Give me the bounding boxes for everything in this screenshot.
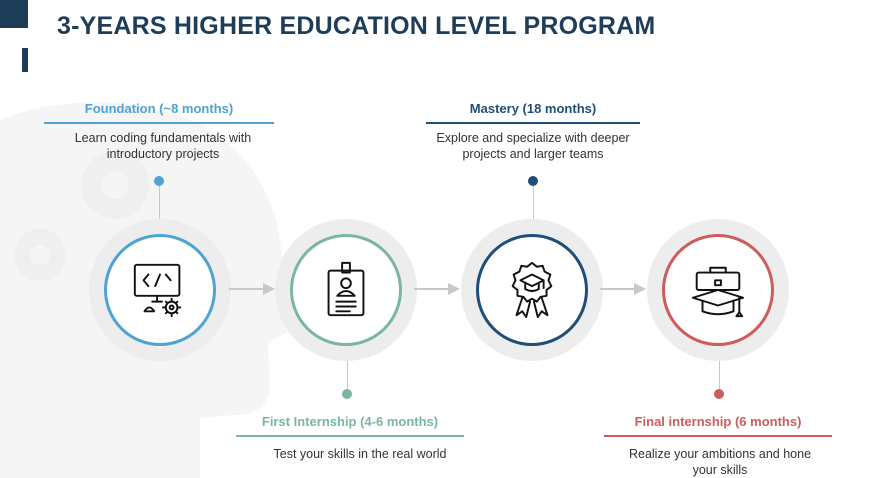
stage-1-dot <box>154 176 164 186</box>
stage-1-circle <box>104 234 216 346</box>
stage-3-description-line: Explore and specialize with deeper <box>436 131 630 145</box>
stage-3-description-line: projects and larger teams <box>462 147 604 161</box>
arrow-right-icon <box>414 283 460 295</box>
arrow-right-icon <box>229 283 275 295</box>
stage-2-connector <box>347 361 348 389</box>
arrow-right-icon <box>600 283 646 295</box>
stage-1-description: Learn coding fundamentals with introduct… <box>44 130 282 162</box>
briefcase-graduation-cap-icon <box>691 266 745 318</box>
stage-4-description-line: Realize your ambitions and hone <box>628 447 812 461</box>
id-badge-icon <box>327 261 365 317</box>
page-title: 3-YEARS HIGHER EDUCATION LEVEL PROGRAM <box>57 12 656 40</box>
stage-3-description: Explore and specialize with deeper proje… <box>414 130 652 162</box>
corner-accent-square <box>0 0 28 28</box>
stage-4-connector <box>719 361 720 389</box>
stage-2-label: First Internship (4-6 months) <box>236 414 464 437</box>
stage-3-label: Mastery (18 months) <box>426 101 640 124</box>
stage-2-description-line: Test your skills in the real world <box>273 447 447 461</box>
stage-3-connector <box>533 186 534 219</box>
stage-1-connector <box>159 186 160 219</box>
stage-3-dot <box>528 176 538 186</box>
corner-accent-bar <box>22 48 28 72</box>
computer-code-gear-icon <box>133 263 182 318</box>
stage-4-dot <box>714 389 724 399</box>
stage-3-circle <box>476 234 588 346</box>
stage-4-circle <box>662 234 774 346</box>
stage-1-label: Foundation (~8 months) <box>44 101 274 124</box>
stage-2-circle <box>290 234 402 346</box>
graduation-award-icon <box>511 261 553 319</box>
stage-4-description: Realize your ambitions and hone your ski… <box>604 446 836 478</box>
stage-1-description-line: Learn coding fundamentals with <box>74 131 252 145</box>
stage-4-label: Final internship (6 months) <box>604 414 832 437</box>
stage-1-description-line: introductory projects <box>106 147 220 161</box>
stage-2-description: Test your skills in the real world <box>236 446 484 462</box>
stage-2-dot <box>342 389 352 399</box>
stage-4-description-line: your skills <box>692 463 748 477</box>
